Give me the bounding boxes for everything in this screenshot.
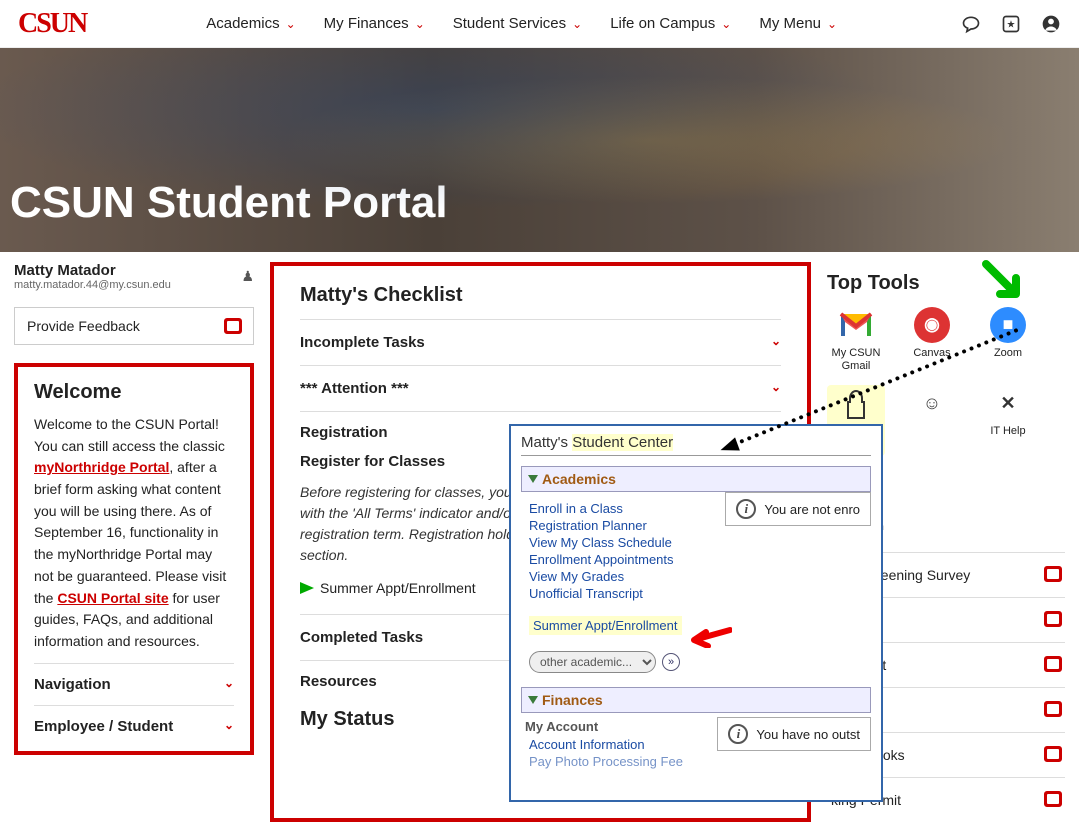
nav-academics[interactable]: Academics ⌄ (206, 15, 295, 32)
user-email: matty.matador.44@my.csun.edu (14, 279, 171, 291)
chat-icon[interactable] (961, 14, 981, 34)
tool-mask[interactable]: ☺ (903, 385, 961, 455)
chevron-down-icon: ⌄ (286, 17, 296, 31)
nav-label: My Menu (759, 15, 821, 32)
chevron-down-icon: ⌄ (224, 718, 234, 735)
go-button[interactable]: » (662, 653, 680, 671)
window-icon (1045, 612, 1061, 626)
popup-title: Matty's Student Center (521, 434, 871, 456)
green-arrow-annotation (982, 260, 1026, 304)
link-class-schedule[interactable]: View My Class Schedule (529, 534, 871, 551)
top-tools-heading: Top Tools (827, 272, 1065, 295)
nav-label: Life on Campus (610, 15, 715, 32)
chevron-down-icon: ⌄ (771, 334, 781, 351)
main-nav: Academics ⌄ My Finances ⌄ Student Services… (206, 15, 837, 32)
nav-mymenu[interactable]: My Menu ⌄ (759, 15, 837, 32)
triangle-down-icon (528, 475, 538, 483)
chevron-down-icon: ⌄ (572, 17, 582, 31)
window-icon (1045, 747, 1061, 761)
person-icon[interactable]: ♟ (241, 268, 254, 285)
academics-section-header[interactable]: Academics (521, 466, 871, 492)
mynorthridge-link[interactable]: myNorthridge Portal (34, 459, 169, 475)
welcome-panel: Welcome Welcome to the CSUN Portal! You … (14, 363, 254, 755)
user-name: Matty Matador (14, 262, 171, 279)
tool-it-help[interactable]: ✕IT Help (979, 385, 1037, 455)
star-box-icon[interactable]: ★ (1001, 14, 1021, 34)
tool-gmail[interactable]: My CSUN Gmail (827, 307, 885, 373)
chevron-down-icon: ⌄ (415, 17, 425, 31)
window-icon (1045, 702, 1061, 716)
welcome-heading: Welcome (34, 381, 234, 404)
finances-section-header[interactable]: Finances (521, 687, 871, 713)
navigation-accordion[interactable]: Navigation⌄ (34, 663, 234, 705)
nav-student-services[interactable]: Student Services ⌄ (453, 15, 582, 32)
topbar-icons: ★ (961, 14, 1061, 34)
link-grades[interactable]: View My Grades (529, 568, 871, 585)
window-icon (225, 319, 241, 333)
nav-finances[interactable]: My Finances ⌄ (324, 15, 425, 32)
csun-logo[interactable]: CSUN (18, 8, 86, 40)
student-center-popup: Matty's Student Center Academics Enroll … (509, 424, 883, 802)
other-academic-select-row: other academic... » (529, 651, 871, 673)
chevron-down-icon: ⌄ (827, 17, 837, 31)
info-not-enrolled: iYou are not enro (725, 492, 871, 526)
link-enroll-appts[interactable]: Enrollment Appointments (529, 551, 871, 568)
triangle-down-icon (528, 696, 538, 704)
welcome-text: Welcome to the CSUN Portal! You can stil… (34, 414, 234, 653)
window-icon (1045, 792, 1061, 806)
incomplete-tasks-row[interactable]: Incomplete Tasks⌄ (300, 319, 781, 365)
top-bar: CSUN Academics ⌄ My Finances ⌄ Student Ser… (0, 0, 1079, 48)
link-photo-fee[interactable]: Pay Photo Processing Fee (529, 753, 871, 770)
chevron-down-icon: ⌄ (224, 676, 234, 693)
provide-feedback-button[interactable]: Provide Feedback (14, 307, 254, 345)
academics-links: Enroll in a Class Registration Planner V… (521, 492, 871, 639)
page-title: CSUN Student Portal (10, 178, 448, 228)
link-summer-appt[interactable]: Summer Appt/Enrollment (529, 616, 682, 635)
link-transcript[interactable]: Unofficial Transcript (529, 585, 871, 602)
window-icon (1045, 567, 1061, 581)
info-no-outstanding: iYou have no outst (717, 717, 871, 751)
csun-portal-link[interactable]: CSUN Portal site (57, 590, 168, 606)
red-arrow-annotation (688, 626, 732, 648)
green-arrow-icon (300, 582, 314, 594)
profile-icon[interactable] (1041, 14, 1061, 34)
chevron-down-icon: ⌄ (721, 17, 731, 31)
other-academic-select[interactable]: other academic... (529, 651, 656, 673)
left-column: Matty Matador matty.matador.44@my.csun.e… (14, 262, 254, 822)
window-icon (1045, 657, 1061, 671)
attention-row[interactable]: *** Attention ***⌄ (300, 365, 781, 411)
nav-label: Student Services (453, 15, 566, 32)
svg-text:★: ★ (1007, 19, 1016, 30)
summer-label: Summer Appt/Enrollment (320, 580, 476, 596)
nav-label: Academics (206, 15, 279, 32)
feedback-label: Provide Feedback (27, 318, 140, 334)
hero-banner: CSUN Student Portal (0, 48, 1079, 252)
info-icon: i (728, 724, 748, 744)
checklist-title: Matty's Checklist (300, 284, 781, 307)
chevron-down-icon: ⌄ (771, 380, 781, 397)
info-icon: i (736, 499, 756, 519)
nav-label: My Finances (324, 15, 409, 32)
nav-life[interactable]: Life on Campus ⌄ (610, 15, 731, 32)
employee-accordion[interactable]: Employee / Student⌄ (34, 705, 234, 747)
